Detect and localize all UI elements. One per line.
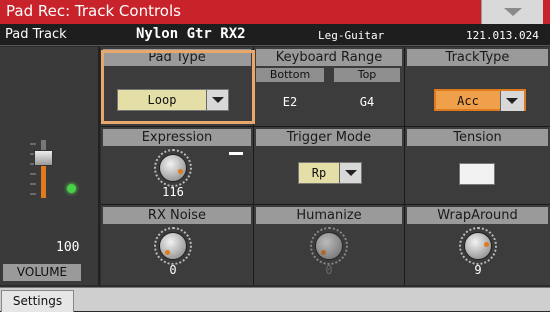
trigger-mode-dropdown[interactable]: Rp bbox=[298, 162, 362, 184]
volume-fader-handle[interactable] bbox=[34, 150, 53, 166]
wrap-around-label: WrapAround bbox=[407, 207, 548, 224]
rx-noise-knob[interactable] bbox=[159, 232, 187, 260]
sound-name[interactable]: Nylon Gtr RX2 bbox=[136, 26, 246, 42]
trigger-mode-dropdown-button[interactable] bbox=[339, 163, 361, 183]
pad-rec-screen: Pad Rec: Track Controls Pad Track Nylon … bbox=[0, 0, 550, 312]
humanize-cell: Humanize 0 bbox=[254, 205, 404, 285]
expression-knob[interactable] bbox=[159, 154, 187, 182]
rx-noise-cell: RX Noise 0 bbox=[101, 205, 253, 285]
expression-cell: Expression 116 bbox=[101, 127, 253, 204]
chevron-down-icon bbox=[504, 8, 522, 16]
bottom-value[interactable]: E2 bbox=[256, 95, 324, 109]
tension-label: Tension bbox=[407, 129, 548, 146]
knob-indicator-icon bbox=[321, 250, 326, 255]
humanize-value: 0 bbox=[325, 263, 333, 277]
keyboard-range-label: Keyboard Range bbox=[256, 49, 402, 66]
tension-toggle[interactable] bbox=[459, 163, 495, 185]
wrap-around-knob[interactable] bbox=[464, 232, 492, 260]
pad-track-label: Pad Track bbox=[5, 27, 67, 42]
tab-bar: Settings bbox=[0, 287, 550, 312]
trigger-mode-label: Trigger Mode bbox=[256, 129, 402, 146]
page-menu-button[interactable] bbox=[481, 0, 543, 24]
rx-noise-label: RX Noise bbox=[103, 207, 251, 224]
knob-indicator-icon bbox=[484, 242, 489, 247]
expression-value: 116 bbox=[162, 185, 184, 199]
selection-highlight bbox=[101, 50, 255, 124]
track-type-value: Acc bbox=[457, 94, 479, 108]
volume-label: VOLUME bbox=[3, 264, 81, 281]
triangle-down-icon bbox=[506, 98, 518, 104]
track-type-cell: TrackType Acc bbox=[405, 47, 550, 126]
page-title: Pad Rec: Track Controls bbox=[6, 2, 181, 20]
trigger-mode-cell: Trigger Mode Rp bbox=[254, 127, 404, 204]
sound-category: Leg-Guitar bbox=[318, 29, 385, 42]
track-type-dropdown[interactable]: Acc bbox=[434, 89, 526, 111]
activity-led bbox=[67, 184, 76, 193]
triangle-down-icon bbox=[345, 170, 357, 176]
expression-level-marker bbox=[229, 152, 243, 155]
top-label: Top bbox=[334, 68, 400, 82]
humanize-knob[interactable] bbox=[315, 232, 343, 260]
expression-label: Expression bbox=[103, 129, 251, 146]
wrap-around-value: 9 bbox=[474, 263, 482, 277]
track-type-label: TrackType bbox=[407, 49, 548, 66]
top-value[interactable]: G4 bbox=[334, 95, 400, 109]
keyboard-range-cell: Keyboard Range Bottom Top E2 G4 bbox=[254, 47, 404, 126]
knob-indicator-icon bbox=[165, 250, 170, 255]
title-bar: Pad Rec: Track Controls bbox=[0, 0, 550, 24]
tab-settings[interactable]: Settings bbox=[1, 290, 74, 312]
trigger-mode-value: Rp bbox=[311, 166, 327, 180]
rx-noise-value: 0 bbox=[169, 263, 177, 277]
knob-indicator-icon bbox=[178, 169, 183, 174]
wrap-around-cell: WrapAround 9 bbox=[405, 205, 550, 285]
bottom-label: Bottom bbox=[256, 68, 324, 82]
track-header: Pad Track Nylon Gtr RX2 Leg-Guitar 121.0… bbox=[0, 24, 550, 46]
volume-value: 100 bbox=[56, 240, 80, 255]
tension-cell: Tension bbox=[405, 127, 550, 204]
humanize-label: Humanize bbox=[256, 207, 402, 224]
program-number: 121.013.024 bbox=[466, 29, 539, 42]
track-type-dropdown-button[interactable] bbox=[500, 91, 524, 111]
